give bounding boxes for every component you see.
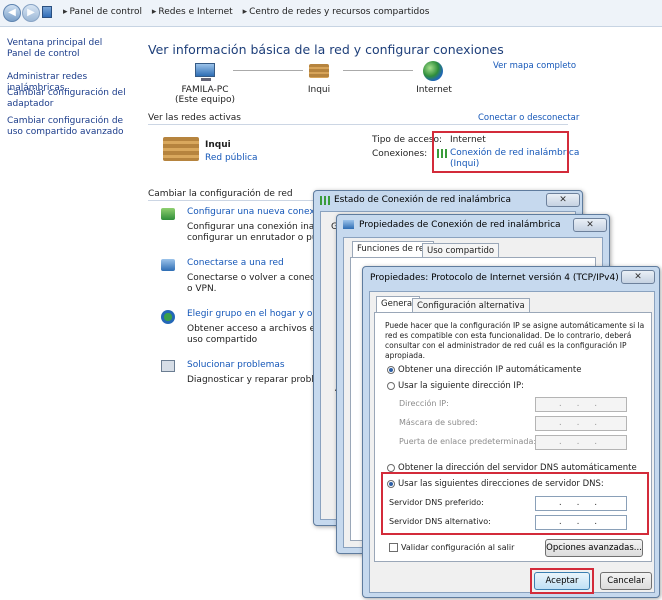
ip-auto-label: Obtener una dirección IP automáticamente [398,365,582,375]
node-name: Inqui [307,85,331,95]
intro-text: Puede hacer que la configuración IP se a… [385,321,645,360]
task-troubleshoot[interactable]: Solucionar problemas [187,360,285,370]
sidebar-item-adapter-settings[interactable]: Cambiar configuración del adaptador [7,88,129,110]
subnet-mask-field: . . . [535,416,627,431]
node-sub: (Este equipo) [175,95,235,105]
subnet-mask-label: Máscara de subred: [399,418,478,427]
sidebar-item-control-panel-home[interactable]: Ventana principal del Panel de control [7,38,129,60]
sidebar: Ventana principal del Panel de control A… [0,27,131,600]
close-button[interactable]: ✕ [573,218,607,232]
troubleshoot-icon [161,360,175,372]
back-button[interactable]: ◀ [3,4,21,22]
divider [148,124,568,125]
connect-network-icon [161,259,175,271]
breadcrumb: ▸ Panel de control ▸ Redes e Internet ▸ Cen… [63,7,430,17]
computer-icon [195,63,215,77]
tcpip-properties-window: Propiedades: Protocolo de Internet versi… [362,266,660,598]
task-description: configurar un enrutador o punto [187,233,333,243]
node-this-pc: FAMILA-PC (Este equipo) [173,85,237,105]
task-description: o VPN. [187,284,217,294]
forward-button[interactable]: ▶ [22,4,40,22]
network-name: Inqui [205,140,231,150]
network-bench-icon [163,137,199,161]
ip-address-field: . . . [535,397,627,412]
homegroup-icon [161,310,175,324]
globe-icon [423,61,443,81]
control-panel-icon [42,6,52,18]
tab-panel: Puede hacer que la configuración IP se a… [374,312,652,562]
signal-icon [320,196,330,205]
ip-auto-radio[interactable] [387,365,395,374]
connections-label: Conexiones: [372,149,428,159]
crumb-control-panel[interactable]: Panel de control [70,7,142,17]
close-button[interactable]: ✕ [621,270,655,284]
window-title: Propiedades: Protocolo de Internet versi… [370,273,619,283]
validate-checkbox[interactable] [389,543,398,552]
task-connect-network[interactable]: Conectarse a una red [187,258,284,268]
bench-icon [309,64,329,78]
ip-manual-label: Usar la siguiente dirección IP: [398,381,524,391]
crumb-network-center[interactable]: Centro de redes y recursos compartidos [249,7,429,17]
validate-label: Validar configuración al salir [401,543,515,552]
window-title: Estado de Conexión de red inalámbrica [334,195,511,205]
cancel-button[interactable]: Cancelar [600,572,652,590]
view-full-map-link[interactable]: Ver mapa completo [493,61,576,71]
tab-alternate-config[interactable]: Configuración alternativa [412,298,530,313]
task-description: uso compartido [187,335,258,345]
new-connection-icon [161,208,175,220]
highlight-box-accept [530,568,594,594]
network-type-link[interactable]: Red pública [205,153,258,163]
sidebar-item-advanced-sharing[interactable]: Cambiar configuración de uso compartido … [7,116,129,138]
crumb-network-internet[interactable]: Redes e Internet [158,7,232,17]
gateway-label: Puerta de enlace predeterminada: [399,437,537,446]
page-title: Ver información básica de la red y confi… [148,42,504,57]
ip-manual-option[interactable]: Usar la siguiente dirección IP: [387,381,524,391]
active-networks-title: Ver las redes activas [148,113,241,123]
change-settings-title: Cambiar la configuración de red [148,189,293,199]
tab-sharing[interactable]: Uso compartido [422,243,500,258]
computer-stand [201,78,211,81]
ip-manual-radio[interactable] [387,381,395,390]
node-name: FAMILA-PC [181,85,229,95]
address-bar: ◀ ▶ ▸ Panel de control ▸ Redes e Internet … [0,0,662,27]
gateway-field: . . . [535,435,627,450]
map-connector [343,70,413,71]
validate-option[interactable]: Validar configuración al salir [389,543,514,552]
dns-auto-radio[interactable] [387,463,395,472]
ip-auto-option[interactable]: Obtener una dirección IP automáticamente [387,365,581,375]
map-connector [233,70,303,71]
highlight-box-connection [432,131,569,173]
advanced-options-button[interactable]: Opciones avanzadas... [545,539,643,557]
close-button[interactable]: ✕ [546,193,580,207]
adapter-icon [343,220,354,229]
window-title: Propiedades de Conexión de red inalámbri… [359,220,561,230]
ip-address-label: Dirección IP: [399,399,449,408]
divider [148,200,328,201]
node-name: Internet [416,85,452,95]
connect-disconnect-link[interactable]: Conectar o desconectar [478,113,579,123]
window-client: General Configuración alternativa Puede … [369,291,655,594]
highlight-box-dns [381,472,649,535]
